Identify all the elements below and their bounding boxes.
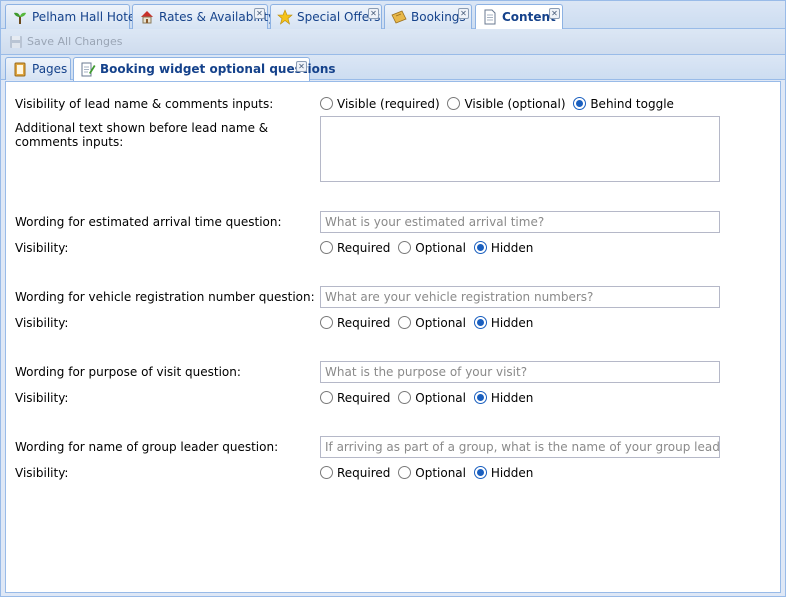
radio-visible-required[interactable]: Visible (required)	[320, 96, 440, 112]
radio-optional[interactable]: Optional	[398, 240, 466, 256]
main-tab-bar: Pelham Hall Hotel Rates & Availability ✕…	[1, 1, 785, 30]
close-icon[interactable]: ✕	[254, 8, 265, 19]
form-panel: Visibility of lead name & comments input…	[5, 81, 781, 593]
purpose-of-visit-wording-input[interactable]: What is the purpose of your visit?	[320, 361, 720, 383]
arrival-time-wording-input[interactable]: What is your estimated arrival time?	[320, 211, 720, 233]
radio-required[interactable]: Required	[320, 240, 390, 256]
edit-document-icon	[81, 62, 96, 77]
radio-label: Optional	[415, 466, 466, 480]
close-icon[interactable]: ✕	[458, 8, 469, 19]
app-window: Pelham Hall Hotel Rates & Availability ✕…	[0, 0, 786, 597]
sub-tab-bar: Pages Booking widget optional questions …	[1, 55, 785, 81]
radio-optional[interactable]: Optional	[398, 315, 466, 331]
arrival-time-wording-label: Wording for estimated arrival time quest…	[15, 215, 282, 229]
tab-pelham-hall-hotel[interactable]: Pelham Hall Hotel	[5, 4, 139, 29]
radio-behind-toggle[interactable]: Behind toggle	[573, 96, 674, 112]
radio-label: Hidden	[490, 466, 534, 480]
star-icon	[277, 9, 293, 25]
radio-visible-optional[interactable]: Visible (optional)	[447, 96, 566, 112]
radio-label: Required	[337, 316, 391, 330]
tab-bookings[interactable]: Bookings ✕	[384, 4, 472, 29]
radio-hidden[interactable]: Hidden	[473, 465, 534, 481]
document-icon	[484, 9, 496, 25]
purpose-of-visit-wording-label: Wording for purpose of visit question:	[15, 365, 241, 379]
purpose-of-visit-visibility-label: Visibility:	[15, 391, 69, 405]
group-leader-wording-input[interactable]: If arriving as part of a group, what is …	[320, 436, 720, 458]
radio-required[interactable]: Required	[320, 390, 390, 406]
tab-booking-widget-optional-questions[interactable]: Booking widget optional questions ✕	[73, 57, 336, 81]
radio-label: Optional	[415, 316, 466, 330]
radio-hidden[interactable]: Hidden	[473, 315, 534, 331]
save-all-changes-button[interactable]: Save All Changes	[9, 34, 122, 50]
lead-additional-text-label: Additional text shown before lead name &…	[15, 121, 269, 149]
tab-pages[interactable]: Pages	[5, 57, 71, 80]
radio-label: Required	[337, 466, 391, 480]
radio-label: Optional	[415, 391, 466, 405]
vehicle-registration-wording-input[interactable]: What are your vehicle registration numbe…	[320, 286, 720, 308]
radio-label: Visible (optional)	[464, 97, 566, 111]
radio-label: Hidden	[490, 241, 534, 255]
floppy-disk-icon	[10, 36, 22, 48]
radio-label: Required	[337, 241, 391, 255]
house-icon	[141, 11, 153, 24]
tab-rates-availability[interactable]: Rates & Availability ✕	[132, 4, 275, 29]
tab-label: Content	[502, 10, 556, 24]
radio-hidden[interactable]: Hidden	[473, 390, 534, 406]
vehicle-registration-visibility-label: Visibility:	[15, 316, 69, 330]
radio-optional[interactable]: Optional	[398, 465, 466, 481]
purpose-of-visit-visibility-radio-group: Required Optional Hidden	[320, 390, 537, 406]
radio-label: Behind toggle	[590, 97, 674, 111]
tab-label: Pelham Hall Hotel	[32, 10, 139, 24]
close-icon[interactable]: ✕	[368, 8, 379, 19]
vehicle-registration-visibility-radio-group: Required Optional Hidden	[320, 315, 537, 331]
toolbar: Save All Changes	[1, 29, 785, 55]
radio-label: Visible (required)	[337, 97, 440, 111]
arrival-time-visibility-label: Visibility:	[15, 241, 69, 255]
radio-label: Hidden	[490, 316, 534, 330]
lead-visibility-radio-group: Visible (required) Visible (optional) Be…	[320, 96, 678, 112]
close-icon[interactable]: ✕	[296, 61, 307, 72]
tab-label: Pages	[32, 62, 68, 76]
tab-content[interactable]: Content ✕	[475, 4, 563, 30]
group-leader-visibility-label: Visibility:	[15, 466, 69, 480]
vehicle-registration-wording-label: Wording for vehicle registration number …	[15, 290, 315, 304]
group-leader-wording-label: Wording for name of group leader questio…	[15, 440, 279, 454]
ticket-icon	[391, 10, 407, 24]
pages-icon	[14, 62, 26, 77]
lead-additional-text-input[interactable]	[320, 116, 720, 182]
lead-visibility-label: Visibility of lead name & comments input…	[15, 97, 274, 111]
arrival-time-visibility-radio-group: Required Optional Hidden	[320, 240, 537, 256]
radio-optional[interactable]: Optional	[398, 390, 466, 406]
radio-label: Hidden	[490, 391, 534, 405]
radio-required[interactable]: Required	[320, 465, 390, 481]
tab-special-offers[interactable]: Special Offers ✕	[270, 4, 382, 29]
save-all-changes-label: Save All Changes	[27, 35, 123, 48]
radio-label: Optional	[415, 241, 466, 255]
radio-hidden[interactable]: Hidden	[473, 240, 534, 256]
group-leader-visibility-radio-group: Required Optional Hidden	[320, 465, 537, 481]
plant-icon	[14, 12, 26, 24]
radio-label: Required	[337, 391, 391, 405]
close-icon[interactable]: ✕	[549, 8, 560, 19]
radio-required[interactable]: Required	[320, 315, 390, 331]
